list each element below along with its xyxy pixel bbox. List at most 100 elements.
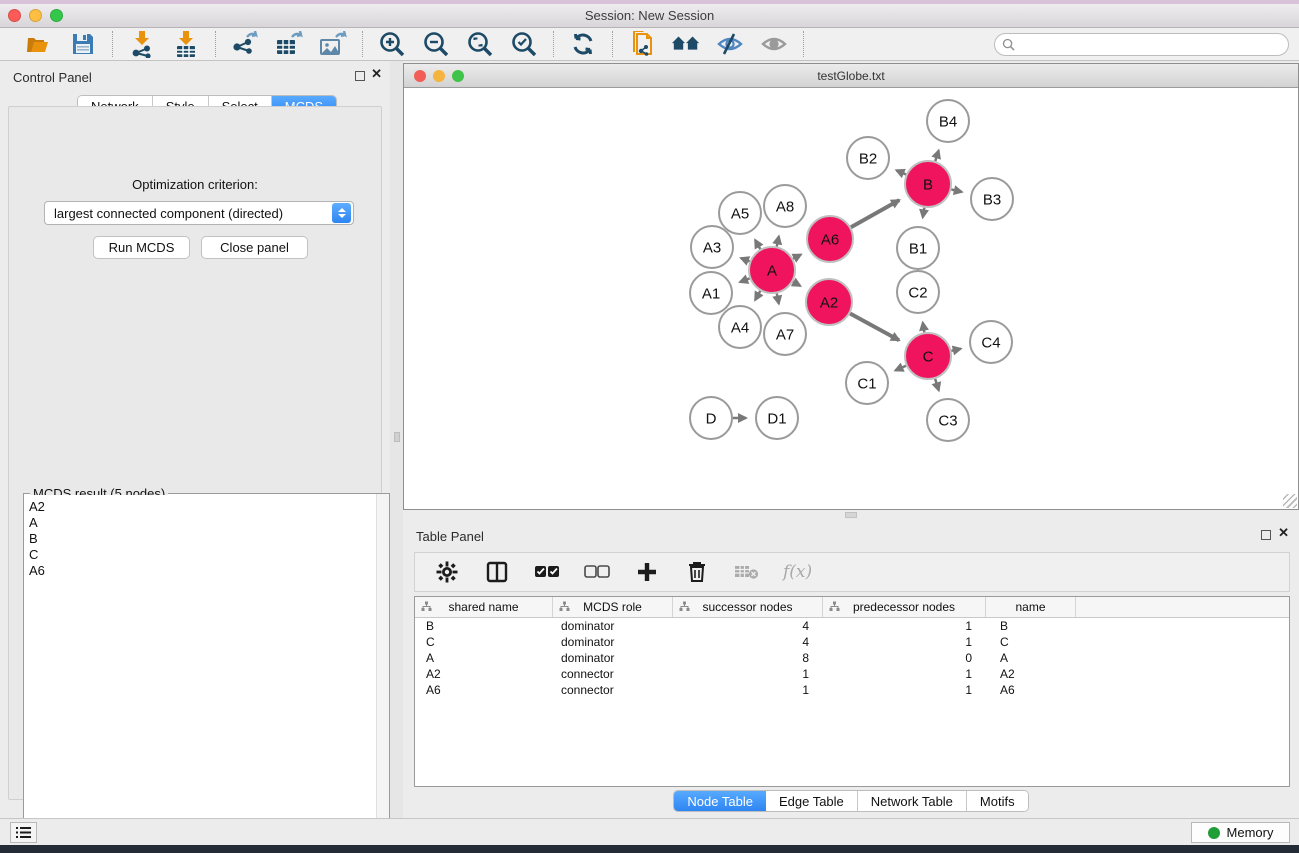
node-table[interactable]: shared name MCDS role successor nodes pr…: [414, 596, 1290, 787]
network-graph[interactable]: B4B2BB3A8A5A6A3B1AC2A1A2A4A7C4CC1C3DD1: [404, 89, 1298, 509]
table-cell[interactable]: 1: [823, 634, 986, 650]
graph-node-A5[interactable]: A5: [719, 192, 761, 234]
column-header-successor-nodes[interactable]: successor nodes: [673, 597, 823, 617]
table-cell[interactable]: A2: [986, 666, 1076, 682]
network-maximize-button[interactable]: [452, 70, 464, 82]
table-cell[interactable]: C: [415, 634, 553, 650]
graph-edge-A-A3[interactable]: [741, 258, 750, 261]
mcds-result-item[interactable]: A: [29, 515, 376, 531]
export-table-icon[interactable]: [274, 30, 304, 58]
table-cell[interactable]: dominator: [553, 618, 673, 634]
graph-node-D1[interactable]: D1: [756, 397, 798, 439]
table-cell[interactable]: B: [415, 618, 553, 634]
graph-node-A7[interactable]: A7: [764, 313, 806, 355]
graph-node-B2[interactable]: B2: [847, 137, 889, 179]
graph-node-A6[interactable]: A6: [807, 216, 853, 262]
network-window-titlebar[interactable]: testGlobe.txt: [404, 64, 1298, 88]
table-cell[interactable]: B: [986, 618, 1076, 634]
mcds-result-item[interactable]: A2: [29, 499, 376, 515]
window-resize-grip[interactable]: [1283, 494, 1297, 508]
horizontal-splitter-grip[interactable]: [845, 512, 857, 518]
network-minimize-button[interactable]: [433, 70, 445, 82]
export-network-icon[interactable]: [230, 30, 260, 58]
table-cell[interactable]: 1: [673, 682, 823, 698]
settings-gear-icon[interactable]: [433, 558, 461, 586]
graph-node-C[interactable]: C: [905, 333, 951, 379]
table-cell[interactable]: 1: [823, 682, 986, 698]
tab-edge-table[interactable]: Edge Table: [766, 791, 858, 811]
function-builder-icon[interactable]: f(x): [783, 562, 812, 582]
graph-edge-A-A2[interactable]: [793, 282, 800, 286]
column-header-predecessor-nodes[interactable]: predecessor nodes: [823, 597, 986, 617]
tab-network-table[interactable]: Network Table: [858, 791, 967, 811]
column-header-name[interactable]: name: [986, 597, 1076, 617]
graph-edge-A-A5[interactable]: [755, 240, 760, 249]
open-file-icon[interactable]: [24, 30, 54, 58]
table-row[interactable]: A2connector11A2: [415, 666, 1289, 682]
table-cell[interactable]: 1: [823, 666, 986, 682]
float-table-panel-icon[interactable]: [1261, 530, 1271, 540]
graph-edge-B-B3[interactable]: [951, 189, 961, 191]
float-panel-icon[interactable]: [355, 71, 365, 81]
table-cell[interactable]: A2: [415, 666, 553, 682]
graph-edge-A-A7[interactable]: [777, 294, 779, 304]
zoom-fit-icon[interactable]: [465, 30, 495, 58]
close-panel-button[interactable]: Close panel: [201, 236, 308, 259]
column-header-mcds-role[interactable]: MCDS role: [553, 597, 673, 617]
network-from-selection-icon[interactable]: [627, 30, 657, 58]
add-column-icon[interactable]: [633, 558, 661, 586]
graph-node-C4[interactable]: C4: [970, 321, 1012, 363]
export-image-icon[interactable]: [318, 30, 348, 58]
mcds-result-list[interactable]: A2ABCA6: [25, 495, 376, 843]
vertical-splitter-grip[interactable]: [394, 432, 400, 442]
graph-node-A1[interactable]: A1: [690, 272, 732, 314]
tab-node-table[interactable]: Node Table: [674, 791, 766, 811]
maximize-window-button[interactable]: [50, 9, 63, 22]
table-row[interactable]: A6connector11A6: [415, 682, 1289, 698]
graph-node-A3[interactable]: A3: [691, 226, 733, 268]
graph-node-B4[interactable]: B4: [927, 100, 969, 142]
graph-edge-A2-C[interactable]: [850, 313, 899, 340]
table-cell[interactable]: dominator: [553, 634, 673, 650]
graph-edge-C-C2[interactable]: [923, 323, 925, 333]
table-cell[interactable]: C: [986, 634, 1076, 650]
mcds-result-item[interactable]: C: [29, 547, 376, 563]
import-network-icon[interactable]: [127, 30, 157, 58]
graph-edge-C-C4[interactable]: [951, 349, 960, 351]
graph-node-A[interactable]: A: [749, 247, 795, 293]
close-table-panel-icon[interactable]: ✕: [1278, 525, 1289, 541]
table-row[interactable]: Adominator80A: [415, 650, 1289, 666]
table-cell[interactable]: dominator: [553, 650, 673, 666]
mcds-result-item[interactable]: A6: [29, 563, 376, 579]
graph-node-A4[interactable]: A4: [719, 306, 761, 348]
graph-edge-A-A6[interactable]: [793, 255, 801, 259]
table-row[interactable]: Bdominator41B: [415, 618, 1289, 634]
delete-column-icon[interactable]: [683, 558, 711, 586]
tab-motifs[interactable]: Motifs: [967, 791, 1028, 811]
minimize-window-button[interactable]: [29, 9, 42, 22]
search-input[interactable]: [994, 33, 1289, 56]
show-columns-icon[interactable]: [483, 558, 511, 586]
network-canvas[interactable]: B4B2BB3A8A5A6A3B1AC2A1A2A4A7C4CC1C3DD1: [404, 89, 1298, 509]
zoom-in-icon[interactable]: [377, 30, 407, 58]
deselect-all-checks-icon[interactable]: [583, 558, 611, 586]
table-cell[interactable]: connector: [553, 682, 673, 698]
table-cell[interactable]: A: [415, 650, 553, 666]
table-cell[interactable]: A6: [415, 682, 553, 698]
graph-edge-A6-B[interactable]: [851, 200, 899, 227]
import-table-icon[interactable]: [171, 30, 201, 58]
graph-edge-A-A1[interactable]: [740, 278, 750, 282]
graph-edge-C-C1[interactable]: [895, 366, 906, 371]
memory-button[interactable]: Memory: [1191, 822, 1290, 843]
column-header-shared-name[interactable]: shared name: [415, 597, 553, 617]
close-window-button[interactable]: [8, 9, 21, 22]
graph-node-B[interactable]: B: [905, 161, 951, 207]
table-cell[interactable]: A6: [986, 682, 1076, 698]
table-cell[interactable]: 4: [673, 634, 823, 650]
close-panel-icon[interactable]: ✕: [371, 66, 382, 82]
graph-edge-B-B4[interactable]: [935, 151, 938, 162]
table-cell[interactable]: 1: [823, 618, 986, 634]
table-cell[interactable]: 8: [673, 650, 823, 666]
zoom-selected-icon[interactable]: [509, 30, 539, 58]
graph-node-C2[interactable]: C2: [897, 271, 939, 313]
